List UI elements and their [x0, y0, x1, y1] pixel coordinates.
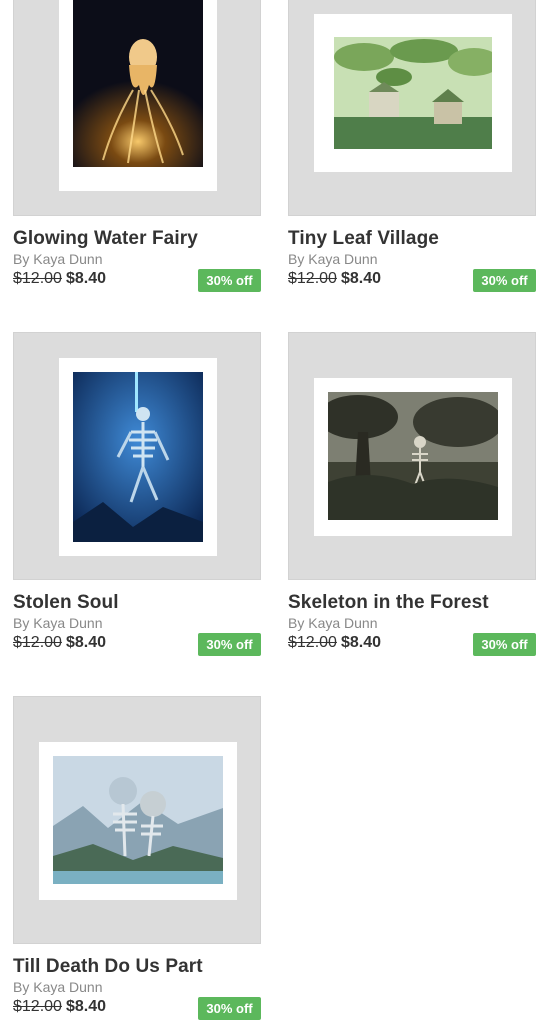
product-artist[interactable]: By Kaya Dunn: [13, 979, 103, 995]
print-mat: [314, 378, 512, 536]
sale-price: $8.40: [66, 270, 107, 287]
sale-price: $8.40: [341, 634, 382, 651]
product-image-frame[interactable]: [13, 696, 261, 944]
product-artist[interactable]: By Kaya Dunn: [288, 615, 378, 631]
artwork-image: [334, 37, 492, 149]
original-price: $12.00: [288, 270, 337, 287]
discount-badge: 30% off: [198, 997, 261, 1020]
sale-price: $8.40: [66, 634, 107, 651]
discount-badge: 30% off: [198, 269, 261, 292]
artwork-image: [328, 392, 498, 520]
product-artist[interactable]: By Kaya Dunn: [288, 251, 378, 267]
original-price: $12.00: [13, 634, 62, 651]
product-title[interactable]: Skeleton in the Forest: [288, 592, 489, 614]
discount-badge: 30% off: [473, 269, 536, 292]
discount-badge: 30% off: [473, 633, 536, 656]
product-artist[interactable]: By Kaya Dunn: [13, 251, 103, 267]
artwork-image: [73, 0, 203, 167]
artwork-image: [53, 756, 223, 884]
product-image-frame[interactable]: [288, 0, 536, 216]
print-mat: [59, 0, 217, 191]
product-image-frame[interactable]: [288, 332, 536, 580]
product-title[interactable]: Stolen Soul: [13, 592, 119, 614]
product-artist[interactable]: By Kaya Dunn: [13, 615, 103, 631]
product-image-frame[interactable]: [13, 332, 261, 580]
sale-price: $8.40: [66, 998, 107, 1015]
product-title[interactable]: Glowing Water Fairy: [13, 228, 198, 250]
product-title[interactable]: Tiny Leaf Village: [288, 228, 439, 250]
discount-badge: 30% off: [198, 633, 261, 656]
original-price: $12.00: [288, 634, 337, 651]
product-image-frame[interactable]: [13, 0, 261, 216]
print-mat: [39, 742, 237, 900]
print-mat: [59, 358, 217, 556]
artwork-image: [73, 372, 203, 542]
original-price: $12.00: [13, 998, 62, 1015]
sale-price: $8.40: [341, 270, 382, 287]
print-mat: [314, 14, 512, 172]
original-price: $12.00: [13, 270, 62, 287]
product-title[interactable]: Till Death Do Us Part: [13, 956, 203, 978]
